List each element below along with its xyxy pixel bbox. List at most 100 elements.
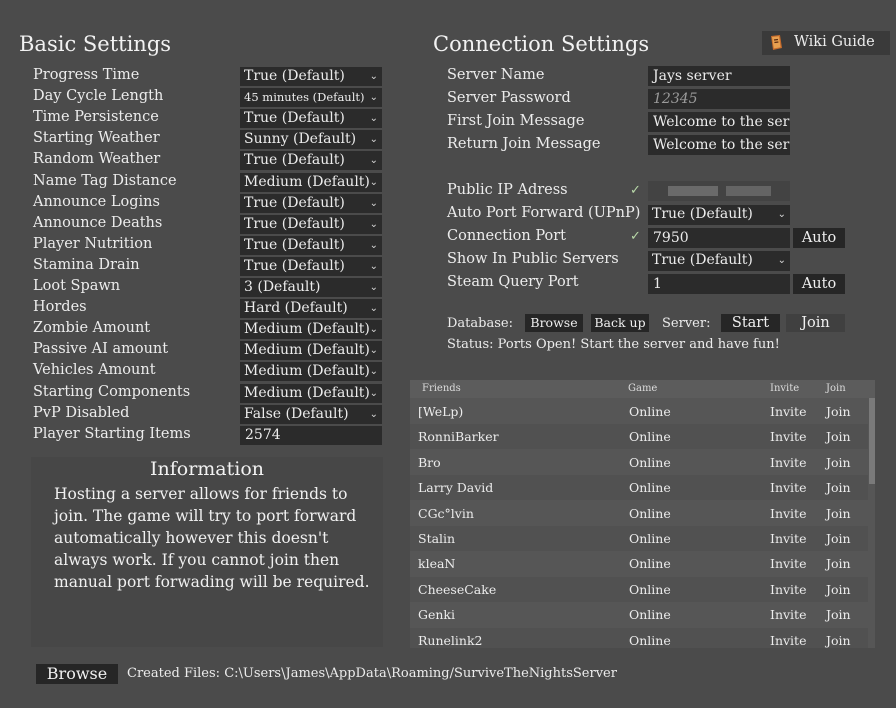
auto-port-forward-label: Auto Port Forward (UPnP) <box>447 205 641 221</box>
chevron-down-icon: ⌄ <box>369 303 378 314</box>
setting-label: Day Cycle Length <box>33 88 164 104</box>
connection-port-auto-button[interactable]: Auto <box>793 228 845 248</box>
friend-join-button[interactable]: Join <box>826 404 851 419</box>
friend-join-button[interactable]: Join <box>826 429 851 444</box>
setting-dropdown[interactable]: Sunny (Default) ⌄ <box>240 130 382 149</box>
friend-invite-button[interactable]: Invite <box>770 429 806 444</box>
setting-dropdown-value: Medium (Default) <box>244 385 370 401</box>
setting-dropdown[interactable]: Medium (Default) ⌄ <box>240 341 382 360</box>
setting-dropdown[interactable]: True (Default) ⌄ <box>240 215 382 234</box>
friend-join-button[interactable]: Join <box>826 480 851 495</box>
friend-join-button[interactable]: Join <box>826 455 851 470</box>
setting-dropdown[interactable]: True (Default) ⌄ <box>240 151 382 170</box>
setting-dropdown-value: Sunny (Default) <box>244 131 357 147</box>
database-backup-button[interactable]: Back up <box>591 314 649 332</box>
setting-dropdown-value: 45 minutes (Default) <box>244 90 365 104</box>
information-panel: Information Hosting a server allows for … <box>31 457 383 647</box>
friends-header-name: Friends <box>422 383 461 394</box>
database-browse-button[interactable]: Browse <box>525 314 583 332</box>
steam-query-port-input[interactable]: 1 <box>648 274 790 294</box>
first-join-message-input[interactable]: Welcome to the ser <box>648 112 790 132</box>
database-label: Database: <box>447 316 513 331</box>
server-start-button[interactable]: Start <box>721 314 780 332</box>
first-join-message-label: First Join Message <box>447 113 585 129</box>
setting-label: Loot Spawn <box>33 278 121 294</box>
friend-invite-button[interactable]: Invite <box>770 480 806 495</box>
steam-query-auto-button[interactable]: Auto <box>793 274 845 294</box>
friend-invite-button[interactable]: Invite <box>770 455 806 470</box>
friend-invite-button[interactable]: Invite <box>770 582 806 597</box>
friend-name: Stalin <box>418 531 456 546</box>
chevron-down-icon: ⌄ <box>369 177 378 188</box>
setting-dropdown-value: True (Default) <box>244 68 345 84</box>
wiki-guide-button[interactable]: Wiki Guide <box>762 31 890 55</box>
setting-label: Random Weather <box>33 151 161 167</box>
friend-status: Online <box>629 506 671 521</box>
friend-invite-button[interactable]: Invite <box>770 404 806 419</box>
show-public-servers-label: Show In Public Servers <box>447 251 619 267</box>
setting-dropdown-value: True (Default) <box>244 216 345 232</box>
friend-name: Bro <box>418 455 441 470</box>
friends-table: Friends Game Invite Join [WeLp) Online Inv… <box>410 380 875 648</box>
setting-dropdown-value: False (Default) <box>244 406 349 422</box>
setting-dropdown[interactable]: True (Default) ⌄ <box>240 236 382 255</box>
setting-label: Zombie Amount <box>33 320 151 336</box>
connection-port-input[interactable]: 7950 <box>648 228 790 248</box>
chevron-down-icon: ⌄ <box>369 240 378 251</box>
setting-dropdown-value: True (Default) <box>244 110 345 126</box>
friend-name: CGc°lvin <box>418 506 474 521</box>
friend-join-button[interactable]: Join <box>826 633 851 648</box>
friend-status: Online <box>629 480 671 495</box>
friend-name: Genki <box>418 607 456 622</box>
chevron-down-icon: ⌄ <box>369 71 378 82</box>
setting-dropdown[interactable]: True (Default) ⌄ <box>240 109 382 128</box>
setting-dropdown[interactable]: 3 (Default) ⌄ <box>240 278 382 297</box>
setting-dropdown[interactable]: True (Default) ⌄ <box>240 257 382 276</box>
setting-label: Stamina Drain <box>33 257 140 273</box>
friend-invite-button[interactable]: Invite <box>770 607 806 622</box>
setting-input[interactable]: 2574 <box>240 426 382 445</box>
setting-dropdown[interactable]: True (Default) ⌄ <box>240 67 382 86</box>
setting-dropdown[interactable]: Medium (Default) ⌄ <box>240 384 382 403</box>
friend-join-button[interactable]: Join <box>826 607 851 622</box>
friend-invite-button[interactable]: Invite <box>770 556 806 571</box>
server-name-input[interactable]: Jays server <box>648 66 790 86</box>
setting-label: Player Starting Items <box>33 426 191 442</box>
friend-join-button[interactable]: Join <box>826 506 851 521</box>
friend-invite-button[interactable]: Invite <box>770 506 806 521</box>
friend-join-button[interactable]: Join <box>826 556 851 571</box>
setting-dropdown[interactable]: Medium (Default) ⌄ <box>240 320 382 339</box>
friend-name: [WeLp) <box>418 404 464 419</box>
auto-port-forward-dropdown[interactable]: True (Default) ⌄ <box>648 205 790 225</box>
friend-row: kleaN Online Invite Join <box>410 551 868 576</box>
friend-name: Runelink2 <box>418 633 483 648</box>
setting-dropdown[interactable]: 45 minutes (Default) ⌄ <box>240 88 382 107</box>
setting-dropdown-value: Medium (Default) <box>244 363 370 379</box>
friend-status: Online <box>629 455 671 470</box>
setting-dropdown[interactable]: Hard (Default) ⌄ <box>240 299 382 318</box>
setting-dropdown[interactable]: Medium (Default) ⌄ <box>240 173 382 192</box>
friend-row: CheeseCake Online Invite Join <box>410 577 868 602</box>
friend-status: Online <box>629 531 671 546</box>
friend-join-button[interactable]: Join <box>826 531 851 546</box>
show-public-servers-dropdown[interactable]: True (Default) ⌄ <box>648 251 790 271</box>
setting-label: Progress Time <box>33 67 140 83</box>
friend-status: Online <box>629 556 671 571</box>
server-password-input[interactable]: 12345 <box>648 89 790 109</box>
footer-browse-button[interactable]: Browse <box>36 664 118 684</box>
public-ip-field <box>648 181 790 201</box>
chevron-down-icon: ⌄ <box>369 324 378 335</box>
return-join-message-input[interactable]: Welcome to the ser <box>648 135 790 155</box>
setting-label: Hordes <box>33 299 87 315</box>
setting-label: Starting Components <box>33 384 191 400</box>
setting-dropdown[interactable]: True (Default) ⌄ <box>240 194 382 213</box>
friends-header-invite: Invite <box>770 383 800 394</box>
setting-dropdown[interactable]: False (Default) ⌄ <box>240 405 382 424</box>
server-join-button[interactable]: Join <box>786 314 845 332</box>
friend-invite-button[interactable]: Invite <box>770 633 806 648</box>
friend-join-button[interactable]: Join <box>826 582 851 597</box>
setting-dropdown[interactable]: Medium (Default) ⌄ <box>240 362 382 381</box>
friend-invite-button[interactable]: Invite <box>770 531 806 546</box>
friends-scrollbar[interactable] <box>869 398 875 484</box>
setting-dropdown-value: True (Default) <box>244 237 345 253</box>
